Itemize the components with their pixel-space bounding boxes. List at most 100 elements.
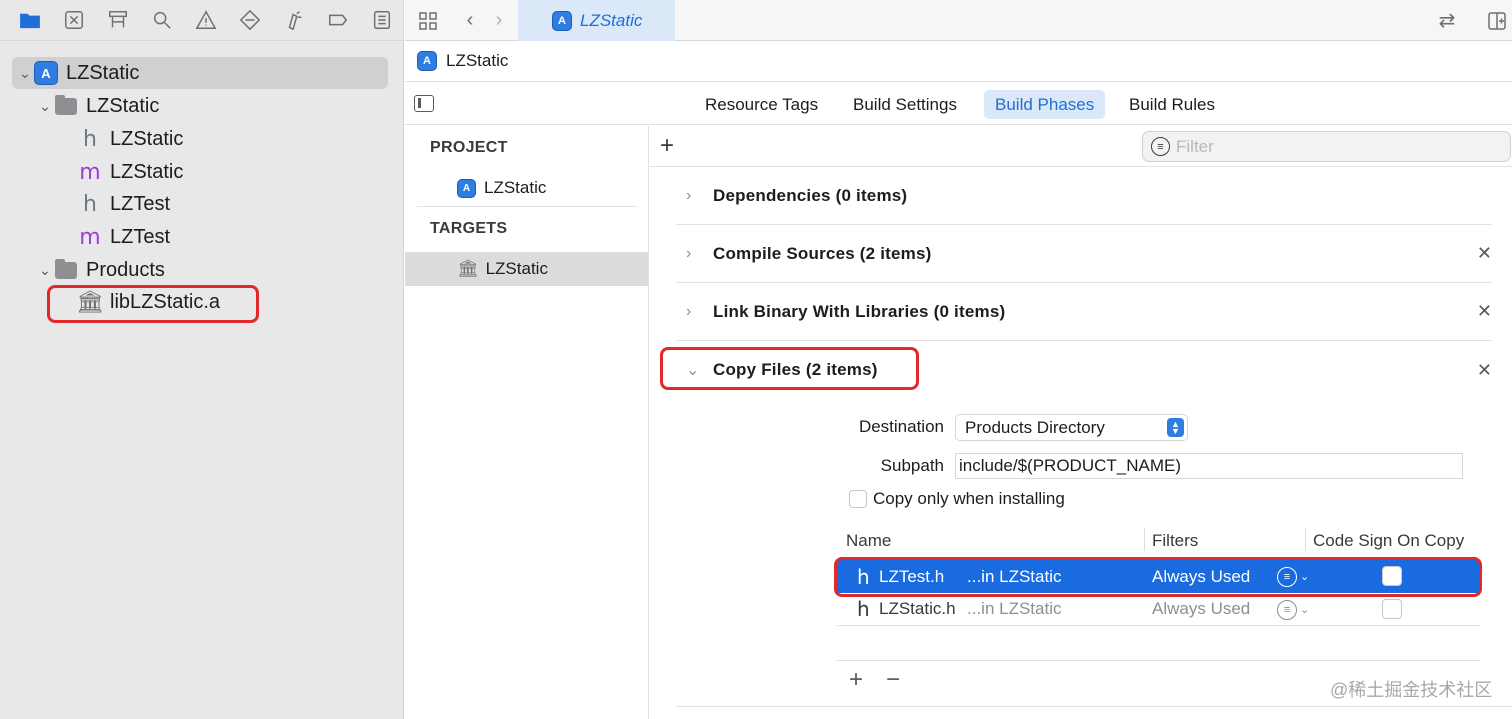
swap-icon[interactable]: ⇄ — [1435, 0, 1459, 41]
breakpoint-icon[interactable] — [316, 0, 360, 41]
close-icon[interactable]: ✕ — [1477, 301, 1492, 322]
watermark: @稀土掘金技术社区 — [1330, 680, 1493, 700]
folder-icon — [55, 258, 77, 279]
hierarchy-icon[interactable] — [96, 0, 140, 41]
chevron-right-icon[interactable]: › — [676, 245, 713, 263]
app-project-icon: A — [34, 61, 58, 85]
filter-icon[interactable]: ≡ — [1277, 600, 1297, 620]
grid-icon[interactable] — [415, 0, 441, 41]
column-name[interactable]: Name — [846, 531, 891, 551]
phases-toolbar: + ≡ — [650, 126, 1512, 167]
popup-stepper-icon: ▲ ▼ — [1167, 418, 1184, 437]
highlight-box — [834, 557, 1482, 597]
divider — [417, 206, 637, 207]
app-project-icon: A — [417, 51, 437, 71]
phase-title: Link Binary With Libraries (0 items) — [713, 301, 1006, 321]
split-editor-icon[interactable] — [1485, 0, 1509, 41]
destination-select[interactable]: Products Directory ▲ ▼ — [955, 414, 1188, 441]
tree-item-label: LZStatic — [110, 127, 184, 150]
test-icon[interactable] — [228, 0, 272, 41]
phase-title: Compile Sources (2 items) — [713, 243, 932, 263]
copy-only-label: Copy only when installing — [873, 489, 1065, 508]
library-icon: 🏛 — [457, 259, 479, 278]
code-sign-checkbox[interactable] — [1382, 599, 1402, 619]
search-icon[interactable] — [140, 0, 184, 41]
forward-icon[interactable]: › — [489, 0, 509, 41]
highlight-box — [660, 347, 919, 390]
tree-item-file[interactable]: m LZStatic — [78, 157, 183, 187]
back-icon[interactable]: ‹ — [460, 0, 480, 41]
project-navigator: ⌄ A LZStatic ⌄ LZStatic h LZStatic m LZS… — [0, 0, 404, 719]
tree-item-file[interactable]: m LZTest — [78, 222, 170, 252]
add-file-button[interactable]: + — [849, 666, 863, 694]
destination-value: Products Directory — [965, 417, 1105, 437]
targets-header: TARGETS — [430, 220, 508, 237]
column-code-sign[interactable]: Code Sign On Copy — [1313, 531, 1464, 551]
phase-dependencies[interactable]: › Dependencies (0 items) — [676, 167, 1492, 225]
header-file-icon: h — [83, 126, 97, 152]
chevron-down-icon[interactable]: ⌄ — [16, 65, 34, 82]
tree-item-label: LZStatic — [86, 94, 160, 117]
filter-field[interactable]: ≡ — [1142, 131, 1511, 162]
tree-item-group[interactable]: ⌄ LZStatic — [36, 91, 159, 121]
add-phase-button[interactable]: + — [660, 132, 674, 160]
folder-icon — [55, 94, 77, 115]
tree-item-label: LZTest — [110, 192, 171, 215]
jump-bar-label: LZStatic — [446, 51, 509, 70]
app-project-icon: A — [457, 178, 476, 198]
tree-item-file[interactable]: h LZTest — [78, 189, 170, 219]
phase-compile-sources[interactable]: › Compile Sources (2 items) ✕ — [676, 225, 1492, 283]
chevron-down-icon[interactable]: ⌄ — [1300, 603, 1309, 616]
tree-item-project[interactable]: ⌄ A LZStatic — [12, 57, 388, 89]
app-project-icon: A — [552, 10, 572, 31]
implementation-file-icon: m — [79, 159, 101, 185]
sidebar-toggle-icon[interactable] — [414, 95, 434, 112]
report-icon[interactable] — [360, 0, 404, 41]
tab-resource-tags[interactable]: Resource Tags — [694, 90, 829, 119]
destination-label: Destination — [858, 417, 944, 436]
folder-icon[interactable] — [8, 0, 52, 41]
tree-item-products-group[interactable]: ⌄ Products — [36, 255, 165, 285]
warning-icon[interactable] — [184, 0, 228, 41]
phase-link-binary[interactable]: › Link Binary With Libraries (0 items) ✕ — [676, 283, 1492, 341]
build-phases-pane: + ≡ › Dependencies (0 items) › Compile S… — [650, 126, 1512, 719]
targets-list: PROJECT A LZStatic TARGETS 🏛 LZStatic — [405, 126, 649, 719]
project-item[interactable]: A LZStatic — [405, 171, 648, 205]
chevron-right-icon[interactable]: › — [676, 187, 713, 205]
debug-icon[interactable] — [272, 0, 316, 41]
header-file-icon: h — [83, 191, 97, 217]
tab-build-phases[interactable]: Build Phases — [984, 90, 1106, 119]
tab-title: LZStatic — [580, 10, 643, 30]
tree-item-label: LZStatic — [110, 160, 184, 183]
copy-only-checkbox[interactable] — [849, 490, 867, 508]
filter-icon: ≡ — [1151, 137, 1170, 156]
file-location: ...in LZStatic — [967, 599, 1062, 618]
tree-item-label: LZTest — [110, 225, 171, 248]
header-file-icon: h — [857, 597, 870, 621]
chevron-down-icon[interactable]: ⌄ — [36, 262, 54, 279]
remove-file-button[interactable]: − — [886, 666, 900, 694]
settings-tab-bar: Resource Tags Build Settings Build Phase… — [405, 83, 1512, 125]
divider — [676, 706, 1512, 707]
tree-item-file[interactable]: h LZStatic — [78, 124, 183, 154]
subpath-input[interactable] — [955, 453, 1463, 479]
tree-item-label: LZStatic — [66, 61, 140, 84]
phase-title: Dependencies (0 items) — [713, 185, 908, 205]
column-filters[interactable]: Filters — [1152, 531, 1198, 551]
navigator-toolbar — [0, 0, 404, 41]
tab-build-rules[interactable]: Build Rules — [1118, 90, 1226, 119]
close-icon[interactable]: ✕ — [1477, 360, 1492, 381]
column-divider — [1144, 528, 1145, 551]
chevron-right-icon[interactable]: › — [676, 303, 713, 321]
jump-bar[interactable]: A LZStatic — [405, 41, 1512, 82]
chevron-down-icon[interactable]: ⌄ — [36, 98, 54, 115]
editor-tab-bar: ‹ › A LZStatic ⇄ — [405, 0, 1512, 41]
tree-item-label: Products — [86, 258, 165, 281]
filter-input[interactable] — [1176, 136, 1476, 157]
editor-file-tab[interactable]: A LZStatic — [518, 0, 675, 41]
tab-build-settings[interactable]: Build Settings — [842, 90, 968, 119]
table-row[interactable]: h LZStatic.h ...in LZStatic Always Used … — [837, 593, 1480, 626]
close-icon[interactable]: ✕ — [1477, 243, 1492, 264]
source-control-icon[interactable] — [52, 0, 96, 41]
target-item[interactable]: 🏛 LZStatic — [405, 252, 648, 286]
